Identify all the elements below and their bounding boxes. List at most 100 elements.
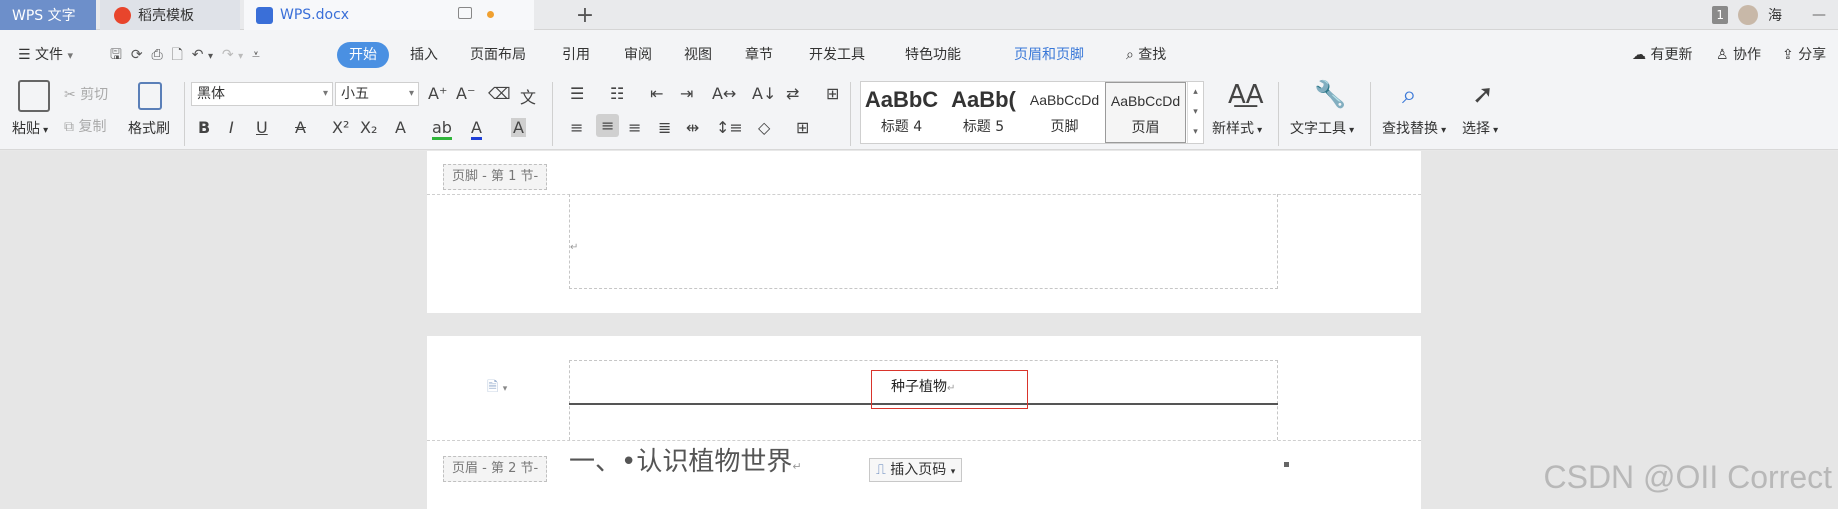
format-painter-icon[interactable] xyxy=(138,82,162,110)
new-tab-button[interactable]: + xyxy=(570,0,600,30)
file-menu[interactable]: ☰ 文件 ▾ xyxy=(18,42,73,68)
magnifier-icon[interactable]: ⌕ xyxy=(1402,80,1417,111)
tab-home[interactable]: 开始 xyxy=(337,42,389,68)
minimize-icon[interactable]: — xyxy=(1812,7,1826,23)
styles-scroll[interactable]: ▴ ▾ ▾ xyxy=(1187,82,1203,143)
wrench-icon[interactable]: 🔧 xyxy=(1314,80,1346,110)
new-style-icon[interactable]: A͟A xyxy=(1228,80,1264,110)
bullet-list-icon[interactable]: ☰ xyxy=(570,84,584,103)
cursor-arrow-icon[interactable]: ➚ xyxy=(1472,80,1494,110)
tab-view-label: 视图 xyxy=(684,47,712,63)
justify-icon[interactable]: ≣ xyxy=(658,118,671,137)
tab-insert[interactable]: 插入 xyxy=(410,42,438,68)
user-name[interactable]: 海 xyxy=(1768,5,1782,25)
document-canvas: ↵ 页脚 - 第 1 节- 种子植物↵ 🗎 ▾ 一、•认识植物世界↵ 页眉 - … xyxy=(0,151,1838,509)
style-footer-sample: AaBbCcDd xyxy=(1029,92,1100,108)
collaborate-button[interactable]: ♙ 协作 xyxy=(1716,42,1761,68)
subscript-icon[interactable]: X₂ xyxy=(360,118,377,137)
search-button[interactable]: ⌕ 查找 xyxy=(1126,42,1166,68)
decrease-indent-icon[interactable]: ⇤ xyxy=(650,84,663,103)
line-spacing-icon[interactable]: ↕≡ xyxy=(716,118,743,137)
customize-toolbar-icon[interactable]: ⩡ xyxy=(252,47,260,63)
updates-button[interactable]: ☁ 有更新 xyxy=(1632,42,1692,68)
strikethrough-icon[interactable]: A xyxy=(295,118,306,137)
cut-button[interactable]: ✂ 剪切 xyxy=(64,84,108,104)
print-preview-icon[interactable]: 🗋 xyxy=(172,47,183,63)
select-button[interactable]: 选择 ▾ xyxy=(1462,118,1498,138)
menu-bar: ☰ 文件 ▾ 🖫 ⟳ ⎙ 🗋 ↶ ▾ ↷ ▾ ⩡ 开始 插入 页面布局 引用 审… xyxy=(0,30,1838,78)
decrease-font-icon[interactable]: A⁻ xyxy=(456,84,475,103)
share-button[interactable]: ⇪ 分享 xyxy=(1782,42,1826,68)
tab-view[interactable]: 视图 xyxy=(684,42,712,68)
style-footer[interactable]: AaBbCcDd 页脚 xyxy=(1024,82,1105,143)
align-left-icon[interactable]: ≡ xyxy=(570,118,583,137)
align-center-icon[interactable]: ≡ xyxy=(596,114,620,137)
text-effect-icon[interactable]: A xyxy=(395,118,406,137)
superscript-icon[interactable]: X² xyxy=(332,118,349,137)
distribute-icon[interactable]: ⇹ xyxy=(686,118,699,137)
font-color-icon[interactable]: A xyxy=(471,118,482,140)
redo-icon[interactable]: ↷ xyxy=(222,47,234,63)
header-text[interactable]: 种子植物↵ xyxy=(891,376,955,396)
style-heading-4-sample: AaBbC xyxy=(864,87,939,112)
sort-icon[interactable]: A↓ xyxy=(752,84,776,103)
insert-page-number-button[interactable]: ⎍ 插入页码 ▾ xyxy=(869,458,963,482)
tab-references[interactable]: 引用 xyxy=(562,42,590,68)
undo-icon[interactable]: ↶ xyxy=(192,47,204,63)
copy-button[interactable]: ⧉ 复制 xyxy=(64,116,106,136)
phonetic-guide-icon[interactable]: 文 xyxy=(520,84,536,108)
monitor-icon[interactable] xyxy=(458,7,472,19)
shading-fill-icon[interactable]: ◇ xyxy=(758,118,770,137)
document-heading[interactable]: 一、•认识植物世界↵ xyxy=(569,441,802,478)
sync-icon[interactable]: ⟳ xyxy=(131,47,143,63)
style-heading-5[interactable]: AaBb( 标题 5 xyxy=(943,82,1024,143)
save-icon[interactable]: 🖫 xyxy=(110,47,122,63)
tab-header-footer[interactable]: 页眉和页脚 xyxy=(1014,42,1084,68)
find-replace-button[interactable]: 查找替换 ▾ xyxy=(1382,118,1446,138)
tab-docer-templates[interactable]: 稻壳模板 xyxy=(100,0,240,30)
redo-dropdown-icon[interactable]: ▾ xyxy=(238,51,243,62)
bold-icon[interactable]: B xyxy=(198,118,210,137)
text-tools-button[interactable]: 文字工具 ▾ xyxy=(1290,118,1354,138)
print-icon[interactable]: ⎙ xyxy=(151,47,162,63)
tab-developer[interactable]: 开发工具 xyxy=(809,42,865,68)
header-options-icon[interactable]: 🗎 ▾ xyxy=(487,376,507,400)
increase-font-icon[interactable]: A⁺ xyxy=(428,84,447,103)
share-label: 分享 xyxy=(1798,47,1827,63)
borders-icon[interactable]: ⊞ xyxy=(796,118,809,137)
person-icon: ♙ xyxy=(1716,47,1729,63)
footer-tag-text: 页脚 - 第 1 节- xyxy=(452,169,539,184)
italic-icon[interactable]: I xyxy=(229,118,234,137)
paste-button[interactable]: 粘贴 ▾ xyxy=(12,118,48,138)
tab-wps-docx[interactable]: WPS.docx xyxy=(244,0,534,30)
style-header[interactable]: AaBbCcDd 页眉 xyxy=(1105,82,1186,143)
numbered-list-icon[interactable]: ☷ xyxy=(610,84,624,103)
increase-indent-icon[interactable]: ⇥ xyxy=(680,84,693,103)
chevron-down-icon: ▾ xyxy=(67,49,73,62)
user-avatar[interactable] xyxy=(1738,5,1758,25)
underline-icon[interactable]: U xyxy=(256,118,268,137)
clear-format-icon[interactable]: ⌫ xyxy=(488,84,511,103)
tab-review[interactable]: 审阅 xyxy=(624,42,652,68)
undo-dropdown-icon[interactable]: ▾ xyxy=(208,51,213,62)
divider xyxy=(552,82,553,146)
text-direction-icon[interactable]: A↔ xyxy=(712,84,736,103)
line-break-icon[interactable]: ⇄ xyxy=(786,84,799,103)
font-size-select[interactable]: 小五 ▾ xyxy=(335,82,419,106)
tab-home-label: 开始 xyxy=(349,47,377,63)
char-shading-icon[interactable]: A xyxy=(511,118,526,137)
tab-special-features[interactable]: 特色功能 xyxy=(905,42,961,68)
align-right-icon[interactable]: ≡ xyxy=(628,118,641,137)
style-heading-4[interactable]: AaBbC 标题 4 xyxy=(861,82,942,143)
font-family-select[interactable]: 黑体 ▾ xyxy=(191,82,333,106)
format-painter-button[interactable]: 格式刷 xyxy=(128,118,170,138)
window-count-badge[interactable]: 1 xyxy=(1712,6,1728,24)
tab-wps-writer[interactable]: WPS 文字 xyxy=(0,0,96,30)
highlight-icon[interactable]: ab xyxy=(432,118,452,140)
table-layout-icon[interactable]: ⊞ xyxy=(826,84,839,103)
tab-chapter[interactable]: 章节 xyxy=(745,42,773,68)
tab-page-layout[interactable]: 页面布局 xyxy=(470,42,526,68)
footer-area[interactable]: ↵ xyxy=(569,194,1278,289)
new-style-button[interactable]: 新样式 ▾ xyxy=(1212,118,1262,138)
paste-icon[interactable] xyxy=(18,80,50,112)
